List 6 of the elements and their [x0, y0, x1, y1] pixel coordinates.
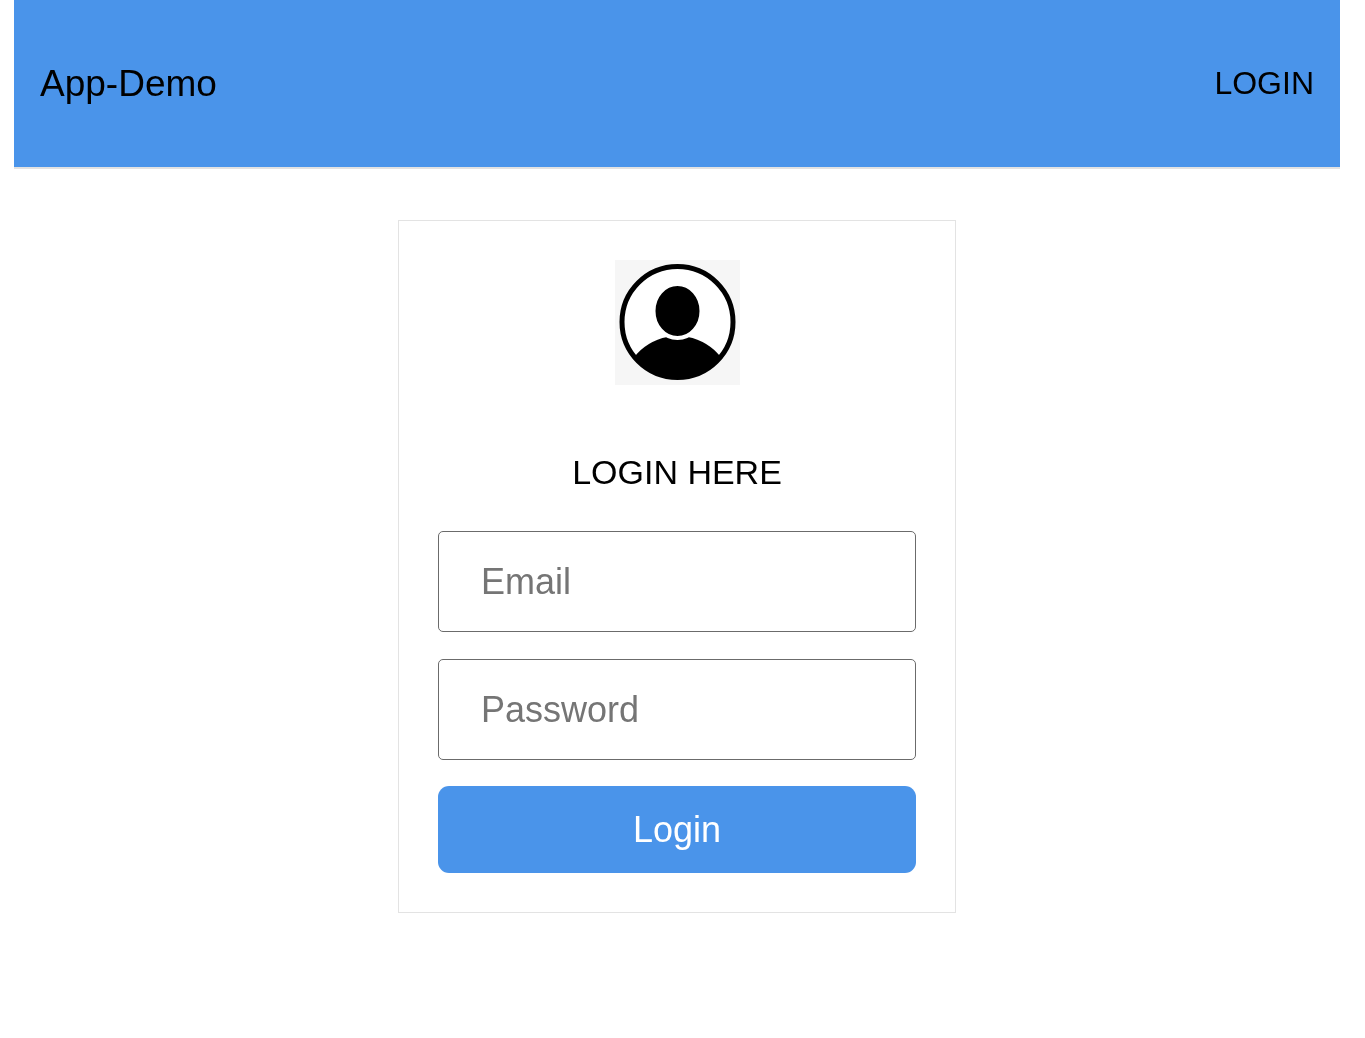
login-heading: LOGIN HERE	[572, 453, 782, 492]
email-input-field[interactable]: Email	[438, 531, 916, 632]
app-title: App-Demo	[40, 62, 217, 105]
password-input-field[interactable]: Password	[438, 659, 916, 760]
user-avatar-icon	[614, 260, 740, 385]
login-nav-link[interactable]: LOGIN	[1214, 65, 1314, 102]
